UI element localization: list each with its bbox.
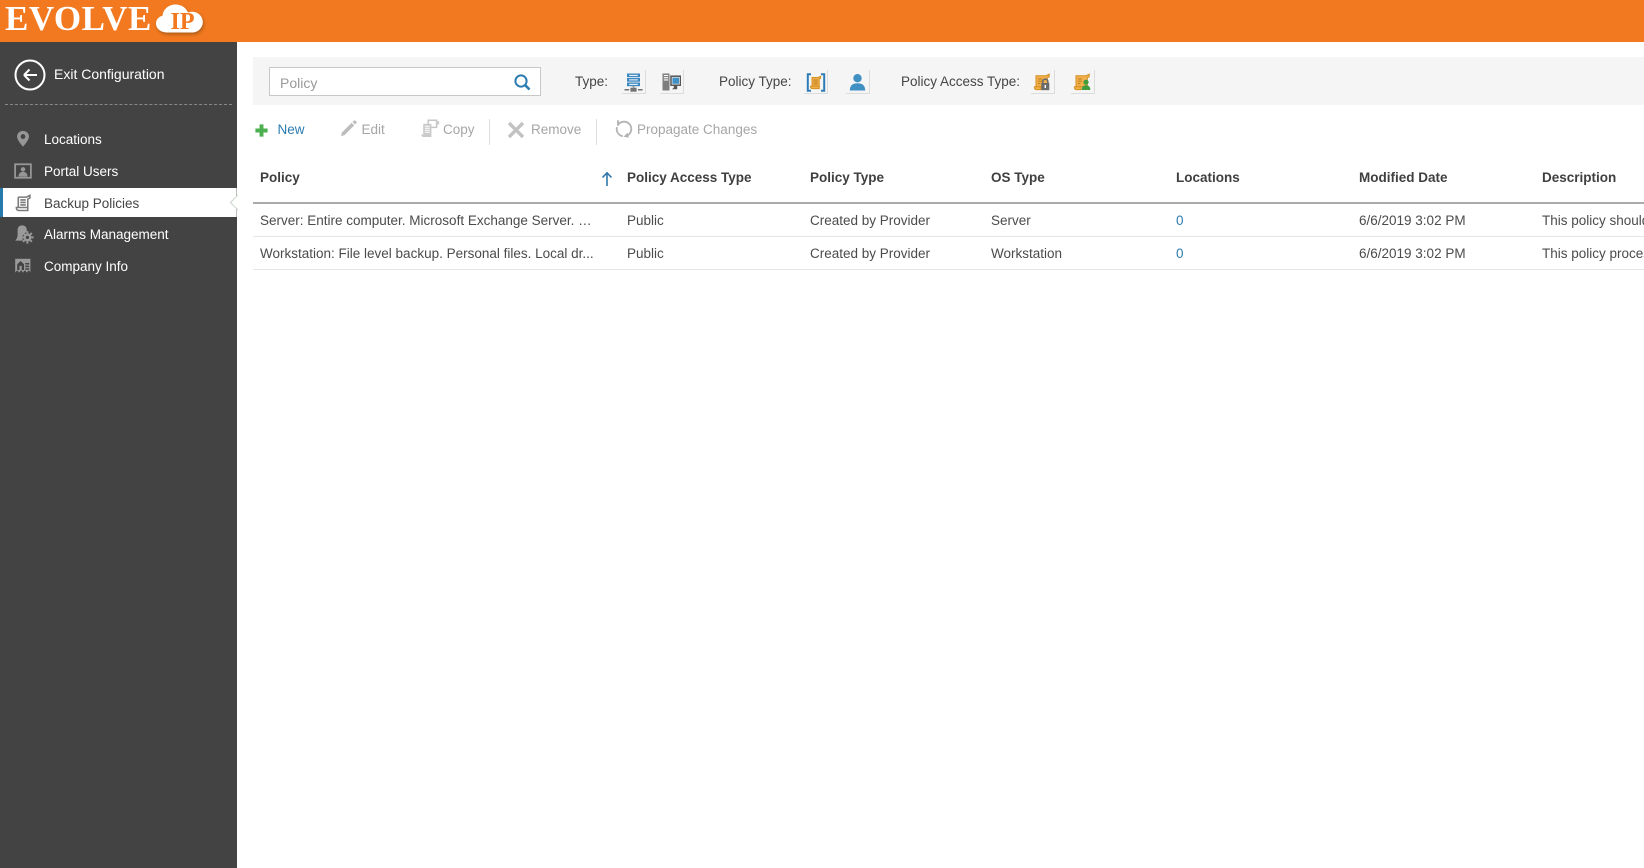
svg-text:IP: IP <box>171 9 195 35</box>
